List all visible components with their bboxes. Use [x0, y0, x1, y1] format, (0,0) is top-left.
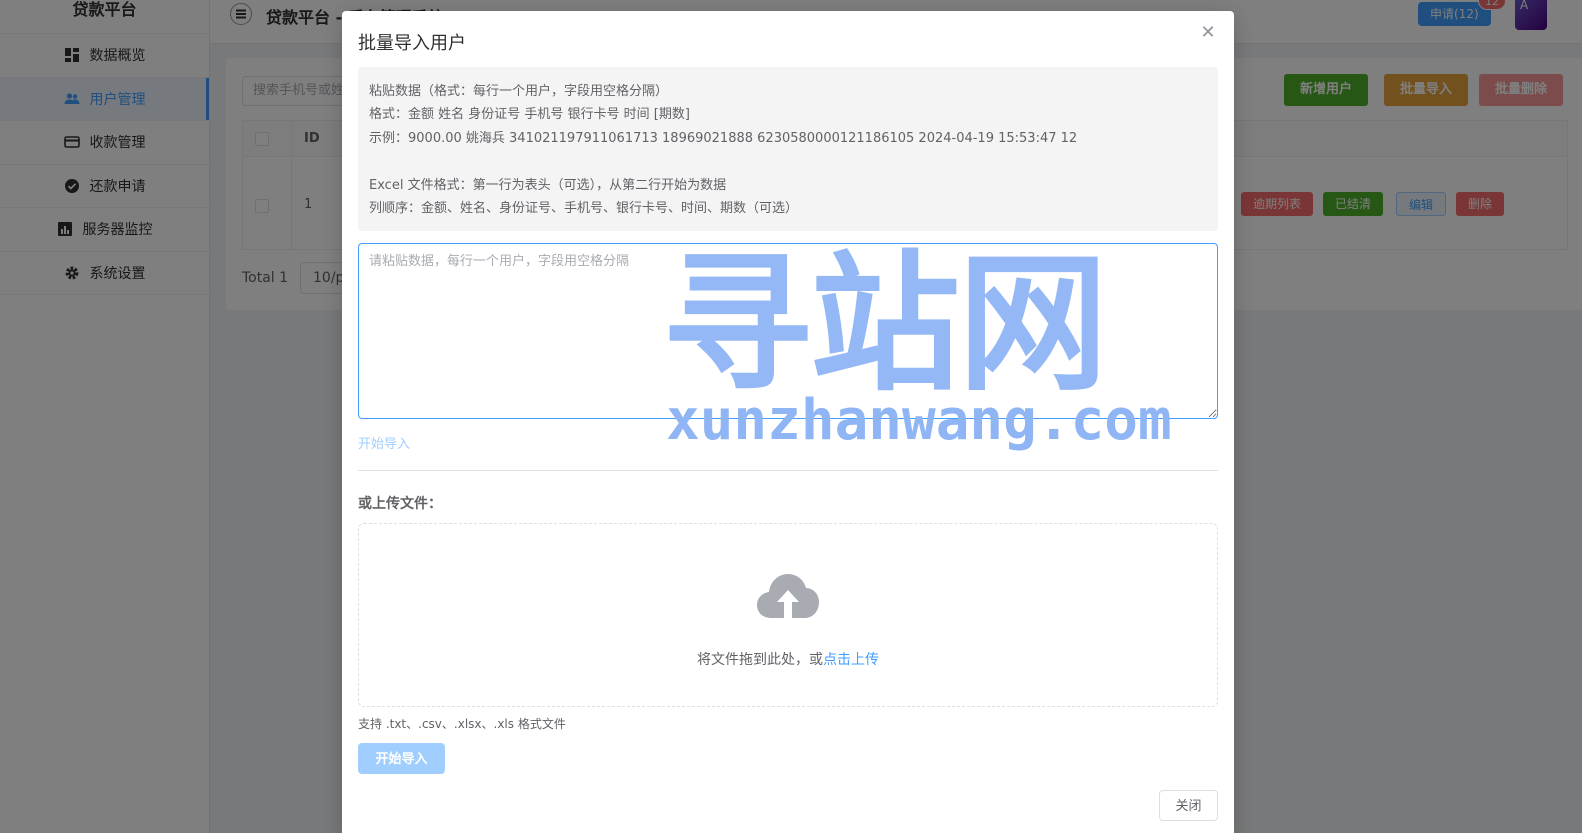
file-drop-zone[interactable]: 将文件拖到此处，或点击上传 [358, 523, 1218, 707]
close-button[interactable]: 关闭 [1159, 790, 1218, 821]
info-line: Excel 文件格式：第一行为表头（可选），从第二行开始为数据 [369, 177, 727, 193]
upload-label: 或上传文件： [358, 496, 442, 512]
start-import-button[interactable]: 开始导入 [358, 743, 445, 774]
paste-data-textarea[interactable] [358, 243, 1218, 419]
info-line: 格式：金额 姓名 身份证号 手机号 银行卡号 时间 [期数] [369, 107, 690, 123]
batch-import-dialog: 批量导入用户 ✕ 粘贴数据（格式：每行一个用户，字段用空格分隔） 格式：金额 姓… [342, 11, 1234, 833]
drop-hint: 将文件拖到此处，或点击上传 [697, 652, 879, 668]
format-info: 粘贴数据（格式：每行一个用户，字段用空格分隔） 格式：金额 姓名 身份证号 手机… [358, 67, 1218, 231]
divider [358, 470, 1218, 471]
upload-cloud-icon [757, 574, 819, 618]
close-icon[interactable]: ✕ [1200, 24, 1216, 42]
info-line: 示例：9000.00 姚海兵 341021197911061713 189690… [369, 130, 1078, 146]
info-line: 列顺序：金额、姓名、身份证号、手机号、银行卡号、时间、期数（可选） [369, 201, 799, 217]
click-upload-link[interactable]: 点击上传 [823, 652, 879, 668]
info-line: 粘贴数据（格式：每行一个用户，字段用空格分隔） [369, 84, 669, 99]
paste-import-link[interactable]: 开始导入 [358, 433, 410, 452]
dialog-title: 批量导入用户 [358, 33, 466, 54]
file-type-tip: 支持 .txt、.csv、.xlsx、.xls 格式文件 [358, 717, 566, 731]
